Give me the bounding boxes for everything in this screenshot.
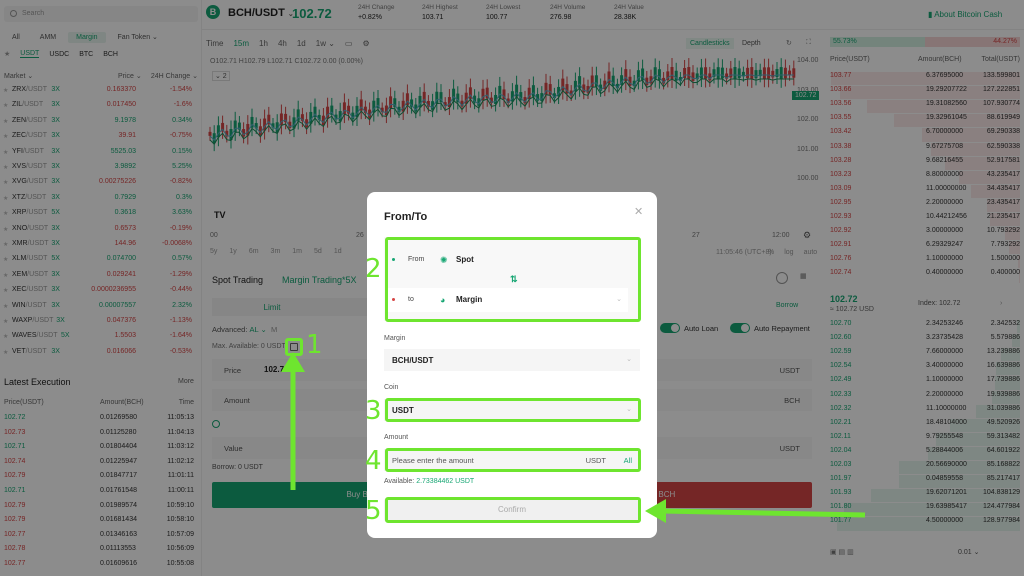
arrow-up-head [281, 352, 305, 372]
arrows-overlay [281, 352, 866, 523]
arrow-left-head [645, 499, 666, 523]
arrow-left-line [661, 508, 866, 518]
